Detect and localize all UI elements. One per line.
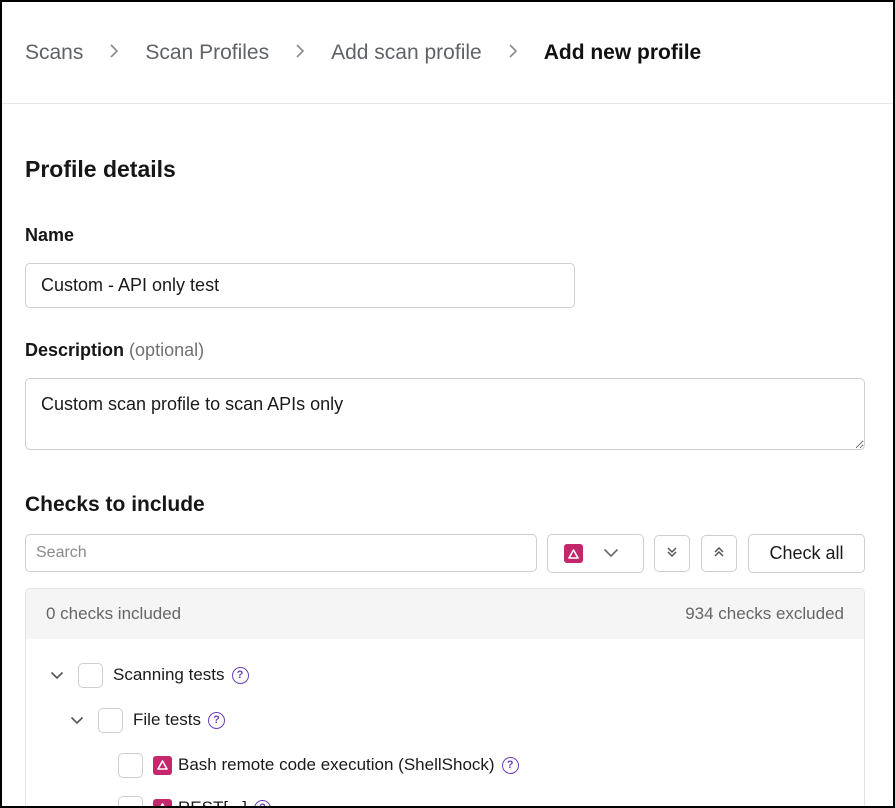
name-field[interactable] (25, 263, 575, 308)
breadcrumb-separator-icon (508, 42, 518, 63)
tree-node-label: File tests (133, 710, 202, 729)
question-circle-icon[interactable]: ? (253, 799, 271, 806)
question-circle-icon[interactable]: ? (501, 756, 519, 774)
checks-included-count: 0 checks included (46, 604, 182, 623)
checks-excluded-count: 934 checks excluded (685, 604, 844, 623)
checks-tree-panel: 0 checks included 934 checks excluded Sc… (25, 588, 865, 808)
breadcrumb-add-scan-profile[interactable]: Add scan profile (331, 41, 482, 65)
tree-node-scanning-tests: Scanning tests ? (48, 661, 249, 689)
collapse-all-button[interactable] (701, 535, 737, 572)
profile-details-heading: Profile details (25, 156, 176, 182)
breadcrumb-separator-icon (109, 42, 119, 63)
double-chevron-up-icon (713, 546, 725, 561)
tree-node-rest: REST[...] ? (118, 794, 271, 808)
triangle-warning-icon (153, 798, 172, 806)
description-label-text: Description (25, 340, 125, 360)
description-label: Description (optional) (25, 340, 204, 361)
tree-checkbox[interactable] (118, 795, 143, 806)
checks-summary-bar: 0 checks included 934 checks excluded (26, 589, 864, 639)
tree-checkbox[interactable] (98, 707, 123, 733)
name-label: Name (25, 225, 75, 245)
tree-node-label: Scanning tests (113, 665, 225, 684)
checks-heading: Checks to include (25, 493, 205, 516)
triangle-warning-icon (564, 544, 583, 563)
tree-node-label: REST[...] (178, 798, 247, 808)
tree-checkbox[interactable] (78, 662, 103, 688)
breadcrumb-scans[interactable]: Scans (25, 41, 83, 65)
chevron-down-icon (603, 545, 619, 563)
expand-all-button[interactable] (654, 535, 690, 572)
question-circle-icon[interactable]: ? (208, 711, 226, 729)
search-input[interactable] (25, 534, 537, 572)
page-frame: Scans Scan Profiles Add scan profile Add… (0, 0, 895, 808)
triangle-warning-icon (153, 755, 172, 775)
chevron-down-icon[interactable] (68, 711, 86, 729)
description-optional-text: (optional) (129, 340, 205, 360)
check-all-button[interactable]: Check all (748, 534, 865, 573)
chevron-down-icon[interactable] (48, 666, 66, 684)
breadcrumb-separator-icon (295, 42, 305, 63)
breadcrumb: Scans Scan Profiles Add scan profile Add… (2, 2, 893, 104)
tree-node-shellshock: Bash remote code execution (ShellShock) … (118, 751, 519, 779)
description-field[interactable]: Custom scan profile to scan APIs only (25, 378, 865, 450)
tree-node-file-tests: File tests ? (68, 706, 226, 734)
breadcrumb-current: Add new profile (543, 40, 702, 64)
double-chevron-down-icon (666, 546, 678, 561)
tree-checkbox[interactable] (118, 752, 143, 778)
tree-node-label: Bash remote code execution (ShellShock) (178, 755, 495, 774)
breadcrumb-scan-profiles[interactable]: Scan Profiles (145, 41, 269, 65)
question-circle-icon[interactable]: ? (231, 666, 249, 684)
severity-filter-dropdown[interactable] (547, 534, 644, 573)
